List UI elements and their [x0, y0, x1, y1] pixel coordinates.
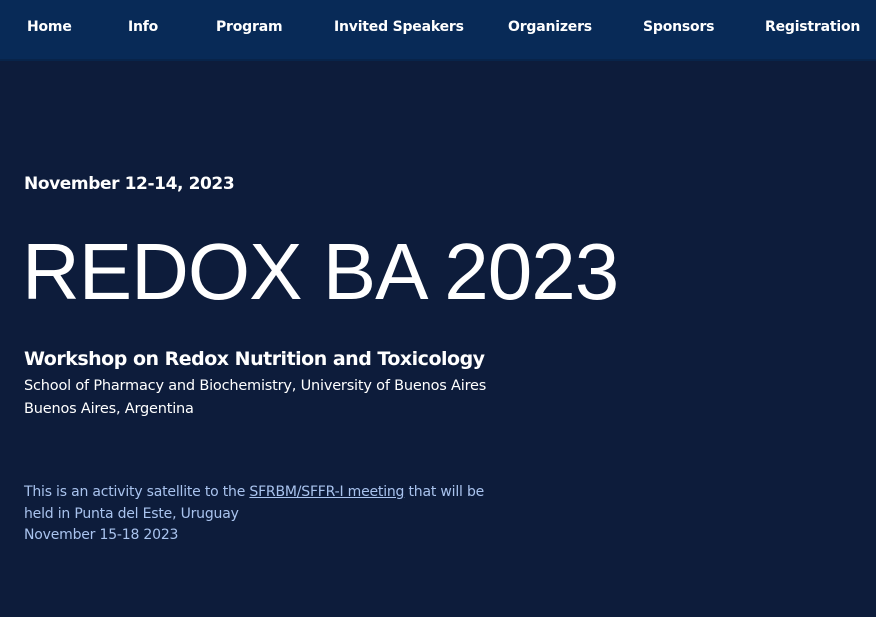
top-navigation-bar: Home Info Program Invited Speakers Organ…: [0, 0, 876, 61]
nav-item-registration[interactable]: Registration: [765, 19, 860, 35]
nav-item-sponsors[interactable]: Sponsors: [643, 19, 714, 35]
nav-item-program[interactable]: Program: [216, 19, 283, 35]
page-title: REDOX BA 2023: [22, 227, 619, 316]
sfrbm-meeting-link[interactable]: SFRBM/SFFR-I meeting: [249, 484, 404, 500]
affiliation-location: Buenos Aires, Argentina: [24, 401, 194, 417]
nav-item-invited-speakers[interactable]: Invited Speakers: [334, 19, 464, 35]
nav-item-organizers[interactable]: Organizers: [508, 19, 592, 35]
nav-item-info[interactable]: Info: [128, 19, 158, 35]
nav-item-home[interactable]: Home: [27, 19, 72, 35]
satellite-text-before: This is an activity satellite to the: [24, 484, 250, 500]
workshop-subtitle: Workshop on Redox Nutrition and Toxicolo…: [24, 348, 485, 370]
satellite-dates: November 15-18 2023: [24, 527, 179, 543]
affiliation-institution: School of Pharmacy and Biochemistry, Uni…: [24, 378, 487, 394]
satellite-notice: This is an activity satellite to the SFR…: [24, 482, 504, 547]
event-dates: November 12-14, 2023: [24, 174, 235, 194]
